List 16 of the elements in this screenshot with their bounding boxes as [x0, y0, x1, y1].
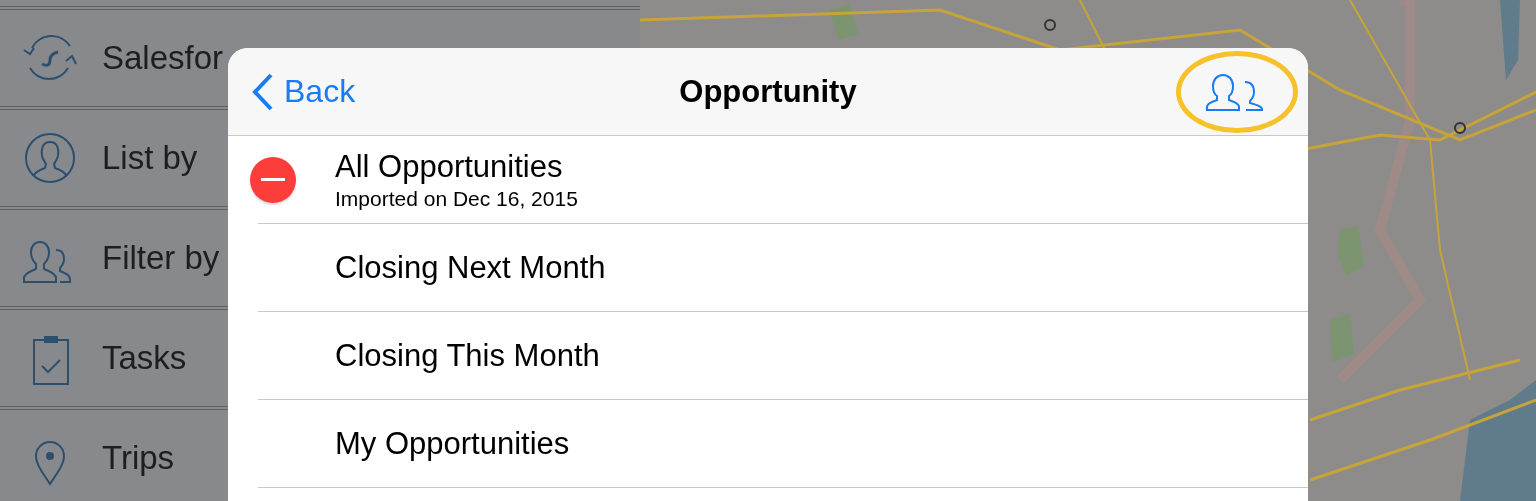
menu-item-label[interactable]: Trips	[102, 439, 175, 477]
back-button[interactable]: Back	[248, 72, 360, 111]
menu-item-label[interactable]: Filter by	[102, 239, 220, 277]
list-item-subtitle: Imported on Dec 16, 2015	[335, 187, 578, 211]
menu-item-label[interactable]: List by	[102, 139, 198, 177]
list-item-title[interactable]: My Opportunities	[335, 426, 570, 462]
chevron-left-icon	[252, 72, 274, 111]
delete-button[interactable]	[250, 157, 296, 203]
people-button[interactable]	[1176, 50, 1298, 133]
list-item-title[interactable]: Closing Next Month	[335, 250, 606, 286]
list-item-title[interactable]: All Opportunities	[335, 149, 578, 185]
minus-icon	[261, 178, 285, 182]
sheet-title: Opportunity	[679, 73, 857, 110]
list-item-title[interactable]: Closing This Month	[335, 338, 600, 374]
menu-item-label[interactable]: Salesfor	[102, 39, 224, 77]
menu-item-label[interactable]: Tasks	[102, 339, 187, 377]
